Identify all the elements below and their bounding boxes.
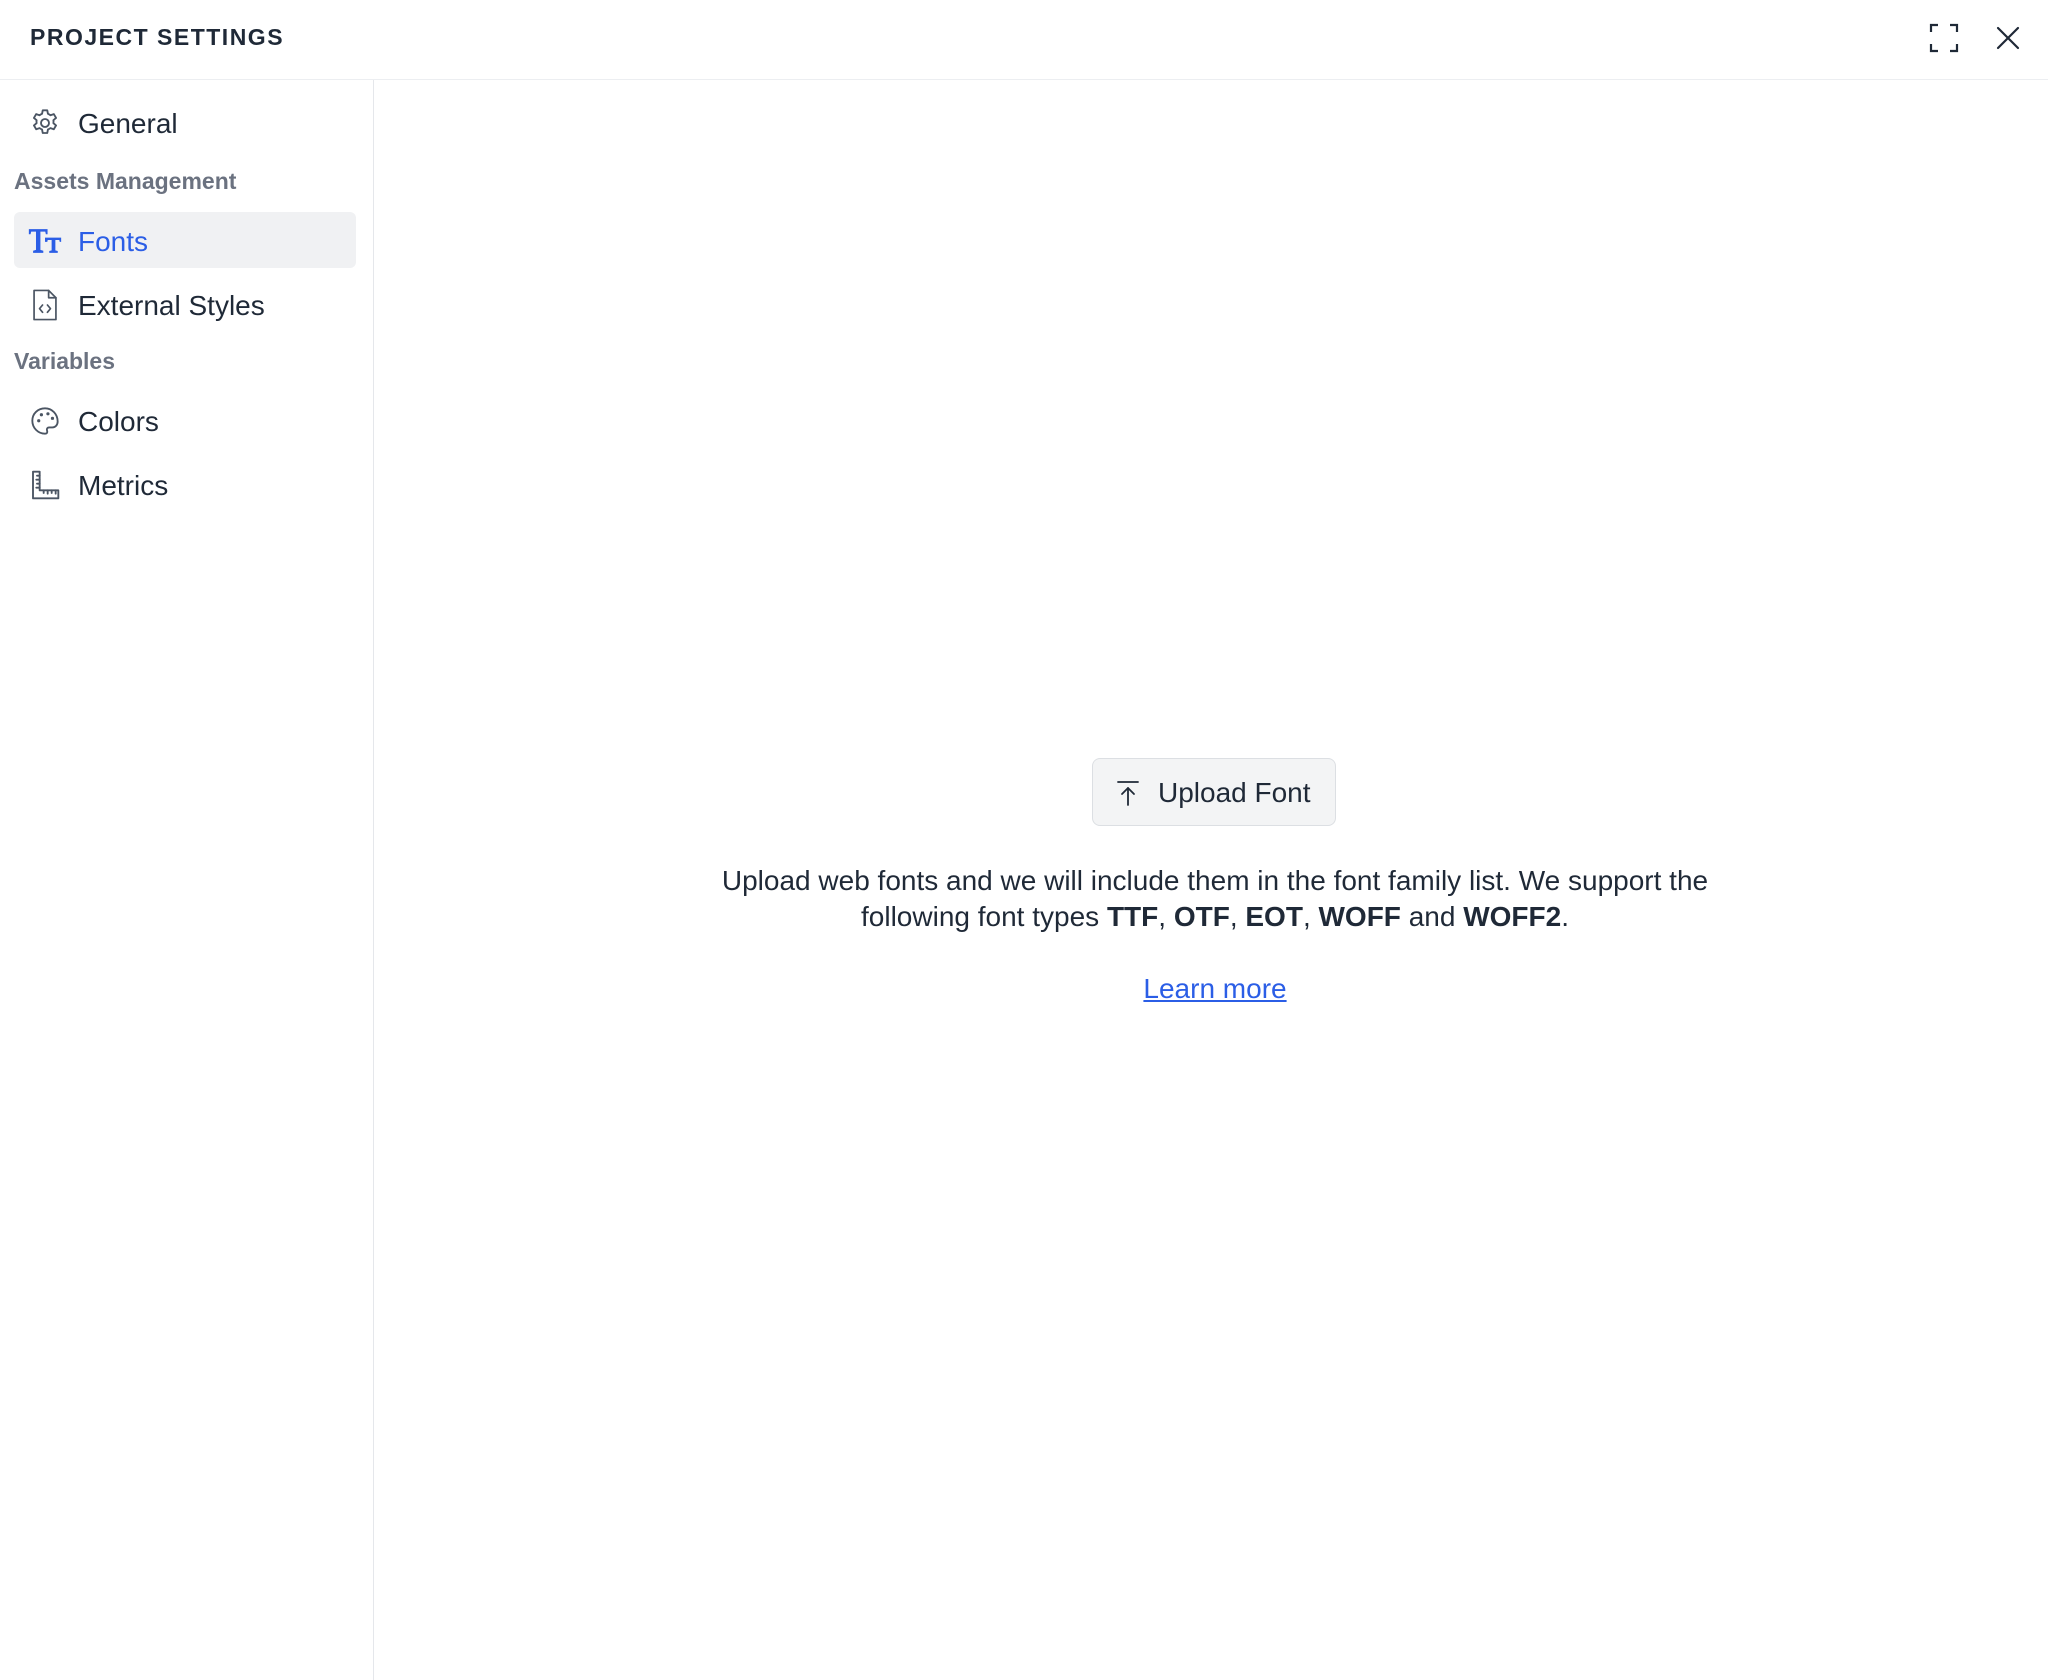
font-type-woff2: WOFF2 (1463, 901, 1562, 932)
close-icon (1996, 26, 2020, 50)
upload-icon (1113, 778, 1143, 808)
upload-font-label: Upload Font (1158, 777, 1311, 808)
code-file-icon (28, 288, 62, 322)
sidebar-item-colors[interactable]: Colors (14, 392, 356, 448)
ruler-icon (28, 468, 62, 502)
description-suffix: . (1561, 901, 1569, 932)
learn-more-container: Learn more (375, 973, 2048, 1005)
close-button[interactable] (1988, 18, 2028, 58)
project-settings-dialog: PROJECT SETTINGS General Assets Manageme… (0, 0, 2048, 1680)
sidebar-item-label: Metrics (78, 470, 169, 501)
settings-sidebar: General Assets Management Fonts External… (0, 80, 374, 1680)
conjunction: and (1400, 901, 1464, 932)
sidebar-item-label: General (78, 108, 178, 139)
gear-icon (28, 106, 62, 140)
sidebar-item-metrics[interactable]: Metrics (14, 456, 356, 512)
learn-more-link[interactable]: Learn more (1143, 973, 1286, 1004)
sidebar-item-label: Fonts (78, 226, 149, 257)
dialog-title: PROJECT SETTINGS (30, 24, 285, 50)
font-type-otf: OTF (1173, 901, 1230, 932)
maximize-button[interactable] (1924, 18, 1964, 58)
dialog-header: PROJECT SETTINGS (0, 0, 2048, 80)
sidebar-item-general[interactable]: General (14, 94, 356, 150)
separator: , (1229, 901, 1246, 932)
fonts-panel: Upload Font Upload web fonts and we will… (375, 81, 2048, 1680)
sidebar-item-external-styles[interactable]: External Styles (14, 276, 356, 332)
sidebar-item-label: External Styles (78, 290, 265, 321)
upload-font-button[interactable]: Upload Font (1092, 758, 1336, 826)
font-type-woff: WOFF (1318, 901, 1401, 932)
separator: , (1158, 901, 1174, 932)
palette-icon (28, 404, 62, 438)
sidebar-item-fonts[interactable]: Fonts (14, 212, 356, 268)
font-type-ttf: TTF (1106, 901, 1159, 932)
section-label-assets-management: Assets Management (14, 168, 237, 194)
sidebar-item-label: Colors (78, 406, 159, 437)
text-size-icon (28, 224, 62, 258)
font-type-eot: EOT (1245, 901, 1303, 932)
maximize-icon (1929, 23, 1959, 53)
fonts-description: Upload web fonts and we will include the… (675, 863, 1755, 935)
separator: , (1302, 901, 1319, 932)
section-label-variables: Variables (14, 348, 116, 374)
